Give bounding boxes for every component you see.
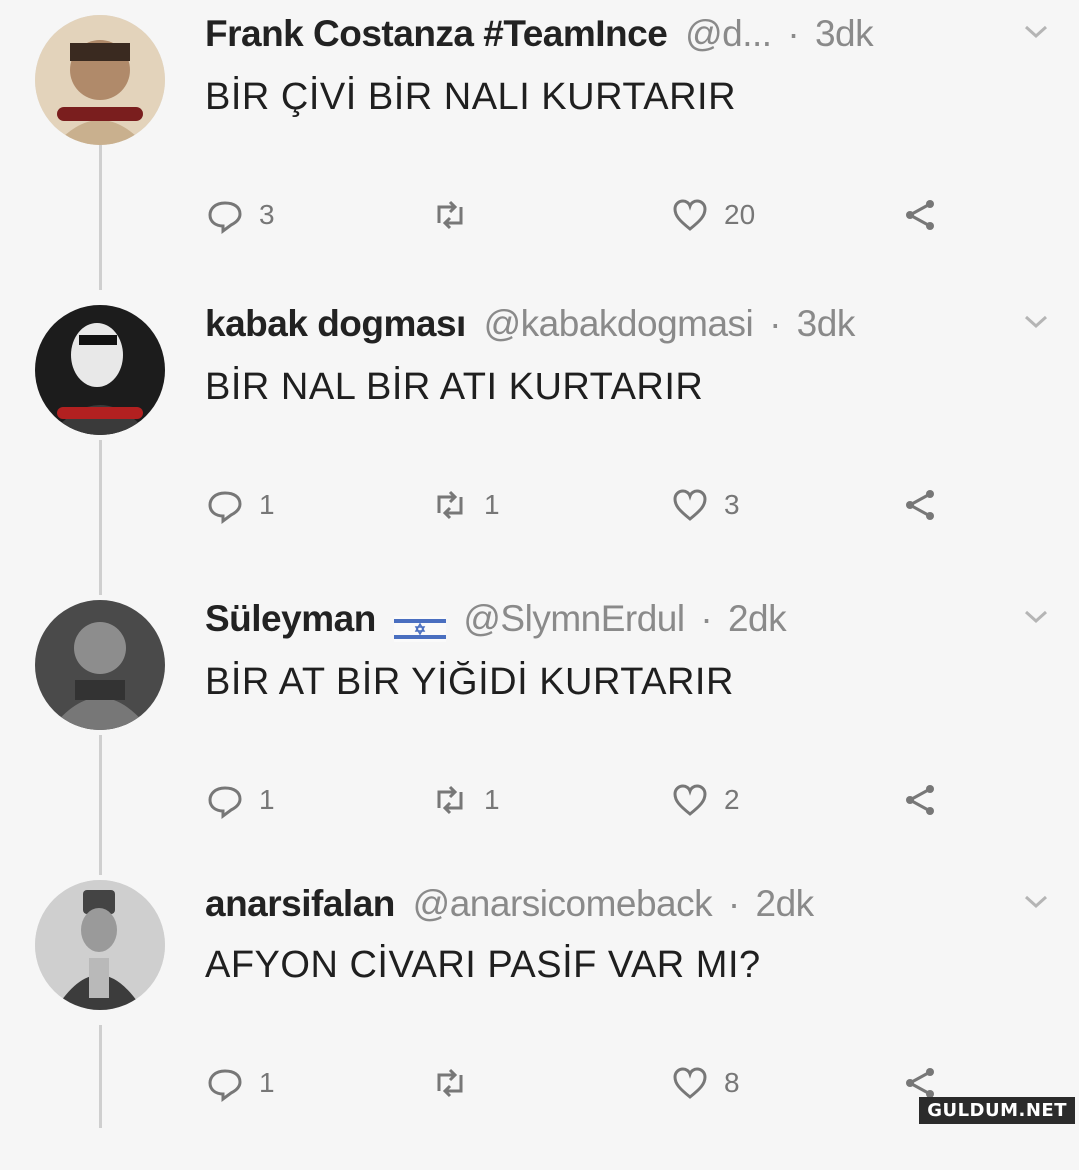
retweet-button[interactable]: 1 bbox=[430, 775, 500, 825]
reply-icon bbox=[208, 786, 242, 819]
share-button[interactable] bbox=[900, 480, 940, 530]
tweet-text: BİR ÇİVİ BİR NALI KURTARIR bbox=[205, 76, 737, 118]
avatar-image bbox=[35, 305, 165, 435]
avatar[interactable] bbox=[35, 305, 165, 435]
avatar[interactable] bbox=[35, 600, 165, 730]
author-name[interactable]: Frank Costanza #TeamInce bbox=[205, 13, 668, 54]
separator-dot: · bbox=[700, 598, 713, 639]
retweet-icon bbox=[437, 490, 463, 520]
avatar-image bbox=[35, 600, 165, 730]
reply-button[interactable]: 1 bbox=[205, 1058, 275, 1108]
share-button[interactable] bbox=[900, 775, 940, 825]
reply-icon bbox=[208, 491, 242, 524]
timestamp[interactable]: 3dk bbox=[797, 303, 856, 344]
tweet-actions: 3 20 bbox=[205, 190, 965, 240]
share-icon bbox=[906, 785, 934, 815]
author-handle[interactable]: @anarsicomeback bbox=[413, 883, 713, 924]
timestamp[interactable]: 2dk bbox=[756, 883, 815, 924]
retweet-count: 1 bbox=[484, 784, 500, 815]
like-icon bbox=[673, 199, 707, 231]
author-handle[interactable]: @d... bbox=[685, 13, 772, 54]
share-button[interactable] bbox=[900, 190, 940, 240]
avatar-image bbox=[35, 15, 165, 145]
tweet-header: kabak dogması @kabakdogmasi · 3dk bbox=[205, 302, 855, 346]
author-name[interactable]: kabak dogması bbox=[205, 303, 466, 344]
retweet-icon bbox=[437, 200, 463, 230]
retweet-button[interactable] bbox=[430, 1058, 484, 1108]
reply-count: 1 bbox=[259, 784, 275, 815]
reply-button[interactable]: 3 bbox=[205, 190, 275, 240]
israel-flag-icon bbox=[393, 608, 446, 643]
like-button[interactable]: 8 bbox=[670, 1058, 740, 1108]
share-icon bbox=[906, 490, 934, 520]
like-count: 8 bbox=[724, 1067, 740, 1098]
like-icon bbox=[673, 1067, 707, 1099]
tweet[interactable]: Süleyman @SlymnErdul · 2dk BİR AT BİR Yİ… bbox=[0, 595, 1079, 885]
avatar[interactable] bbox=[35, 880, 165, 1010]
chevron-down-icon[interactable] bbox=[1023, 24, 1049, 40]
tweet-text: BİR AT BİR YİĞİDİ KURTARIR bbox=[205, 661, 734, 703]
like-button[interactable]: 20 bbox=[670, 190, 755, 240]
author-name[interactable]: Süleyman bbox=[205, 598, 376, 639]
tweet-text: AFYON CİVARI PASİF VAR MI? bbox=[205, 944, 761, 986]
retweet-icon bbox=[437, 785, 463, 815]
chevron-down-icon[interactable] bbox=[1023, 894, 1049, 910]
chevron-down-icon[interactable] bbox=[1023, 314, 1049, 330]
reply-button[interactable]: 1 bbox=[205, 480, 275, 530]
reply-count: 1 bbox=[259, 1067, 275, 1098]
retweet-icon bbox=[437, 1068, 463, 1098]
like-count: 2 bbox=[724, 784, 740, 815]
reply-icon bbox=[208, 1069, 242, 1102]
timestamp[interactable]: 3dk bbox=[815, 13, 874, 54]
retweet-count: 1 bbox=[484, 489, 500, 520]
author-handle[interactable]: @kabakdogmasi bbox=[484, 303, 754, 344]
avatar-image bbox=[35, 880, 165, 1010]
tweet[interactable]: Frank Costanza #TeamInce @d... · 3dk BİR… bbox=[0, 10, 1079, 300]
like-icon bbox=[673, 489, 707, 521]
like-button[interactable]: 2 bbox=[670, 775, 740, 825]
watermark: GULDUM.NET bbox=[919, 1097, 1075, 1124]
timestamp[interactable]: 2dk bbox=[728, 598, 787, 639]
share-icon bbox=[906, 200, 934, 230]
retweet-button[interactable]: 1 bbox=[430, 480, 500, 530]
tweet-text: BİR NAL BİR ATI KURTARIR bbox=[205, 366, 704, 408]
tweet[interactable]: kabak dogması @kabakdogmasi · 3dk BİR NA… bbox=[0, 300, 1079, 590]
separator-dot: · bbox=[727, 883, 740, 924]
like-icon bbox=[673, 784, 707, 816]
reply-icon bbox=[208, 201, 242, 234]
separator-dot: · bbox=[787, 13, 800, 54]
like-button[interactable]: 3 bbox=[670, 480, 740, 530]
author-name[interactable]: anarsifalan bbox=[205, 883, 395, 924]
tweet-header: Frank Costanza #TeamInce @d... · 3dk bbox=[205, 12, 874, 56]
author-handle[interactable]: @SlymnErdul bbox=[463, 598, 685, 639]
retweet-button[interactable] bbox=[430, 190, 484, 240]
separator-dot: · bbox=[769, 303, 781, 344]
like-count: 20 bbox=[724, 199, 756, 230]
like-count: 3 bbox=[724, 489, 740, 520]
reply-count: 1 bbox=[259, 489, 275, 520]
chevron-down-icon[interactable] bbox=[1023, 609, 1049, 625]
reply-button[interactable]: 1 bbox=[205, 775, 275, 825]
tweet-actions: 1 1 2 bbox=[205, 775, 965, 825]
tweet[interactable]: anarsifalan @anarsicomeback · 2dk AFYON … bbox=[0, 880, 1079, 1170]
tweet-actions: 1 1 3 bbox=[205, 480, 965, 530]
tweet-header: Süleyman @SlymnErdul · 2dk bbox=[205, 597, 787, 643]
reply-count: 3 bbox=[259, 199, 275, 230]
tweet-actions: 1 8 bbox=[205, 1058, 965, 1108]
avatar[interactable] bbox=[35, 15, 165, 145]
tweet-header: anarsifalan @anarsicomeback · 2dk bbox=[205, 882, 814, 926]
